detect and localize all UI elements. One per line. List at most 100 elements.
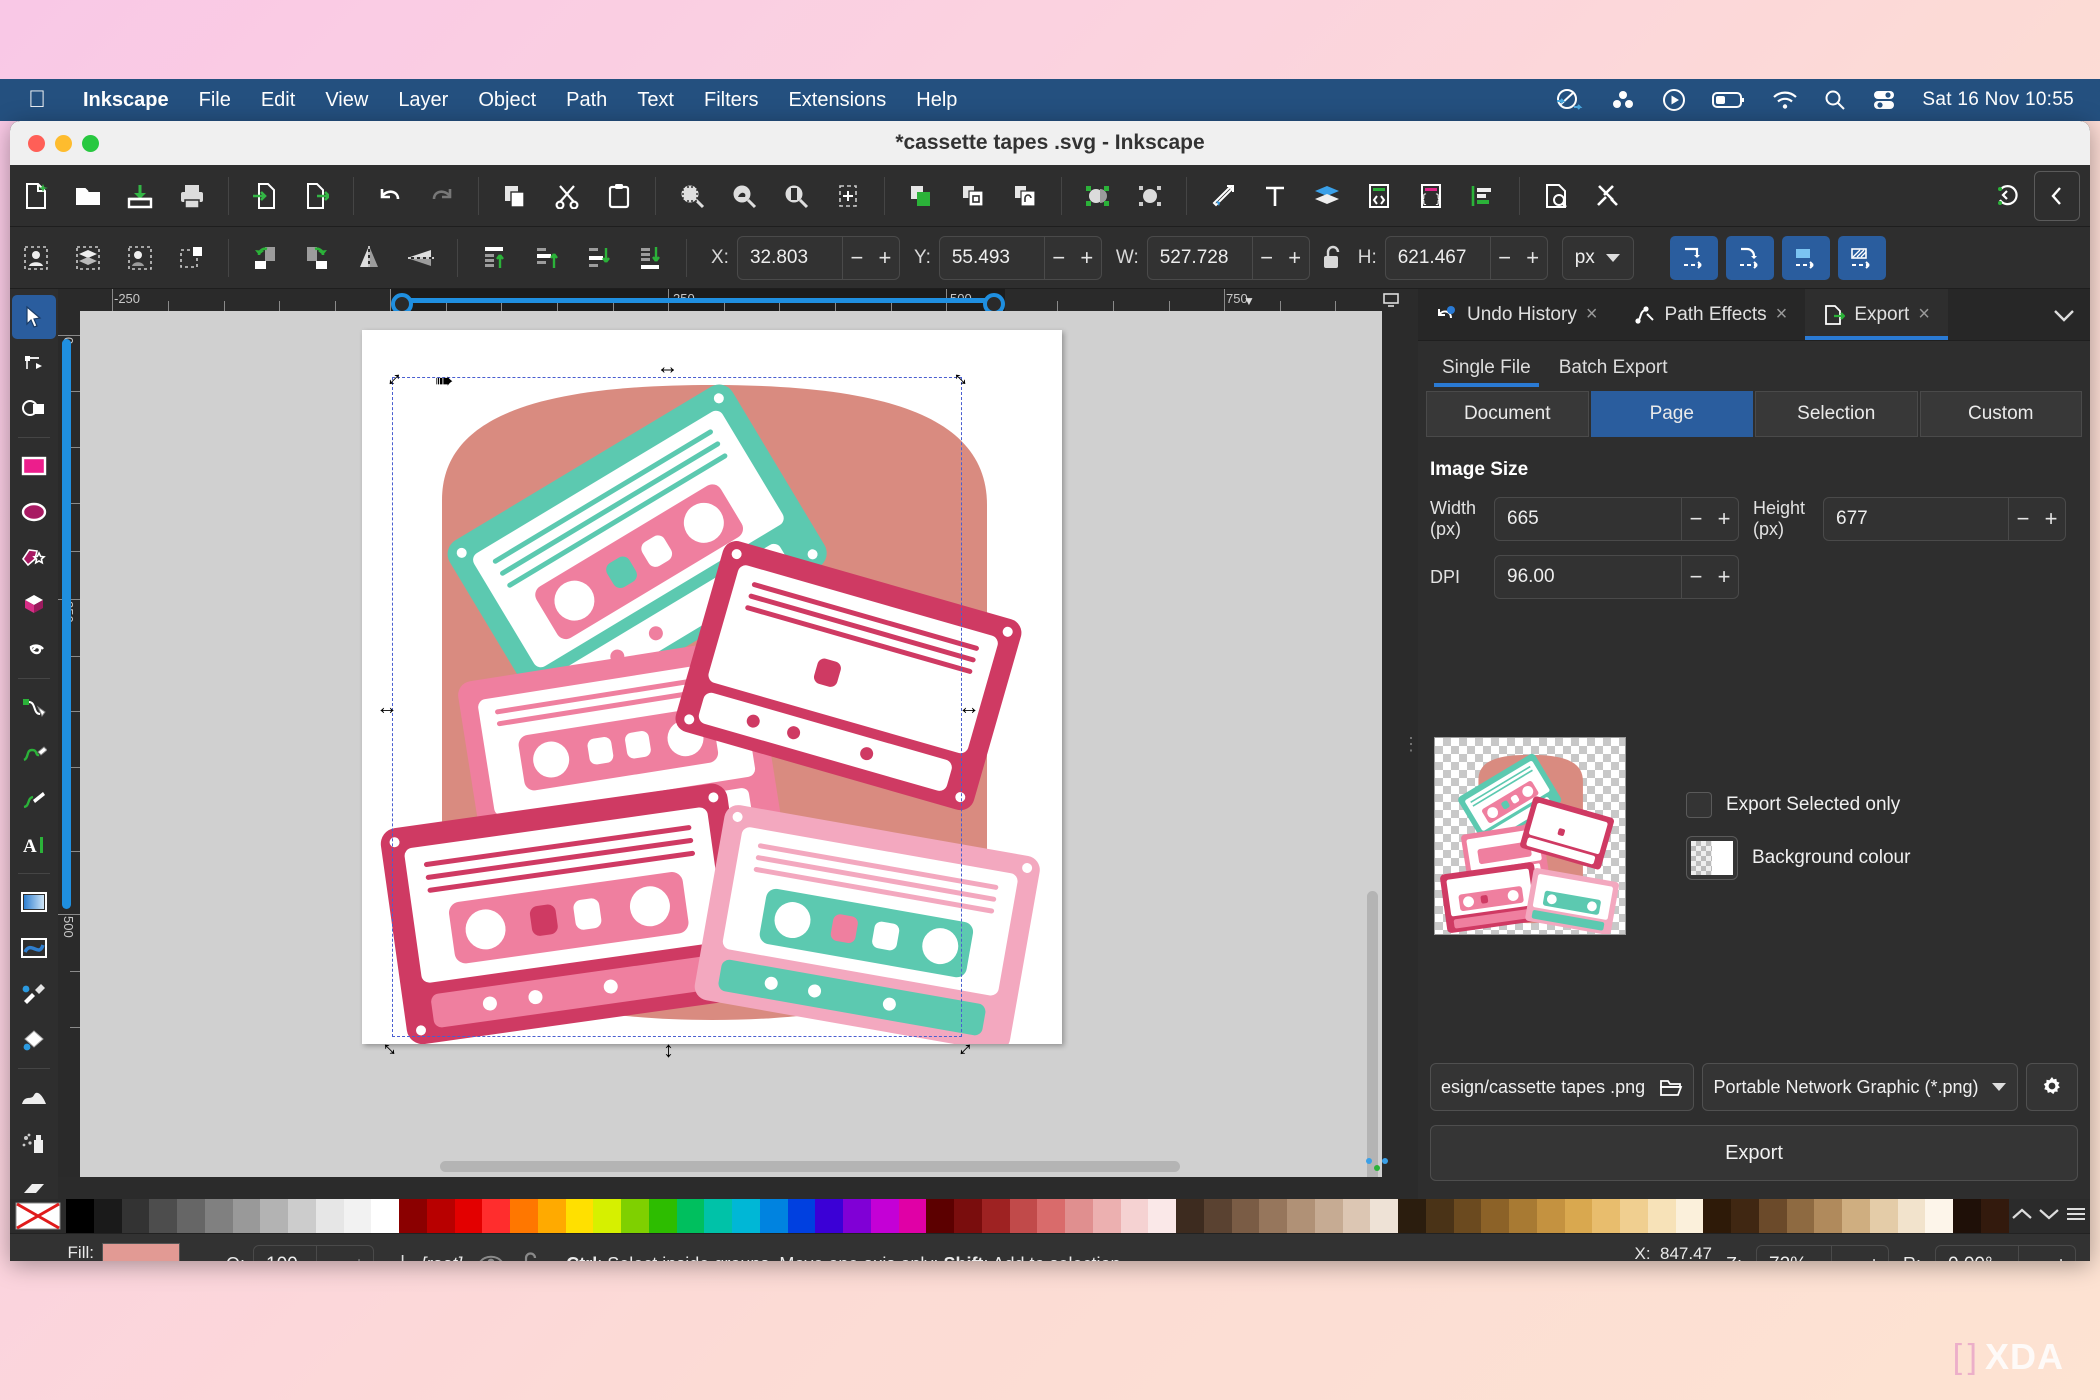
wifi-icon[interactable] [1772, 90, 1798, 110]
text-tool[interactable]: A [12, 823, 56, 867]
width-decrement[interactable]: − [1682, 498, 1710, 540]
close-icon[interactable]: × [1776, 303, 1788, 326]
horizontal-ruler[interactable]: -250 0 250 500 750 [58, 289, 1382, 311]
select-all-icon[interactable] [10, 234, 62, 282]
print-icon[interactable] [166, 172, 218, 220]
menu-view[interactable]: View [310, 89, 383, 112]
zoom-page-icon[interactable] [770, 172, 822, 220]
zoom-selection-icon[interactable] [666, 172, 718, 220]
zoom-fit-page-icon[interactable] [822, 172, 874, 220]
h-increment[interactable]: + [1519, 237, 1547, 279]
menubar-clock[interactable]: Sat 16 Nov 10:55 [1922, 89, 2074, 111]
export-selected-only-row[interactable]: Export Selected only [1686, 792, 2074, 818]
menu-inkscape[interactable]: Inkscape [68, 89, 184, 112]
export-path-field[interactable]: esign/cassette tapes .png [1430, 1063, 1694, 1111]
w-decrement[interactable]: − [1253, 237, 1281, 279]
dots-triangle-icon[interactable] [1610, 88, 1636, 112]
collapse-panel-icon[interactable] [2034, 171, 2080, 221]
fill-stroke-dialog-icon[interactable] [1197, 172, 1249, 220]
preferences-icon[interactable] [1582, 172, 1634, 220]
star-polygon-tool[interactable] [12, 536, 56, 580]
dpi-increment[interactable]: + [1710, 556, 1738, 598]
width-field[interactable]: 665 − + [1494, 497, 1739, 541]
canvas-vertical-scrollbar[interactable] [1367, 891, 1378, 1177]
lower-to-bottom-icon[interactable] [624, 234, 676, 282]
unit-selector[interactable]: px [1562, 236, 1634, 280]
flip-horizontal-icon[interactable] [343, 234, 395, 282]
select-all-layers-icon[interactable] [62, 234, 114, 282]
new-document-icon[interactable] [10, 172, 62, 220]
rectangle-tool[interactable] [12, 444, 56, 488]
close-icon[interactable]: × [1918, 303, 1930, 326]
snap-controls-icon[interactable] [1364, 1156, 1390, 1181]
search-icon[interactable] [1824, 89, 1846, 111]
bezier-tool[interactable] [12, 685, 56, 729]
h-decrement[interactable]: − [1491, 237, 1519, 279]
screen-sharing-icon[interactable] [1554, 87, 1584, 113]
tab-export[interactable]: Export × [1805, 289, 1948, 340]
drawing-canvas[interactable]: ➠ ↔ ↕ ↔ ↔ ↔ ↔ ↕ ↔ [80, 311, 1382, 1177]
fill-swatch[interactable] [102, 1243, 180, 1261]
rotation-value[interactable]: 0.00° [1936, 1254, 2018, 1262]
dpi-value[interactable]: 96.00 [1495, 566, 1681, 588]
flip-vertical-icon[interactable] [395, 234, 447, 282]
cut-icon[interactable] [541, 172, 593, 220]
panel-resize-handle[interactable]: ⋮ [1404, 289, 1418, 1199]
palette-controls[interactable] [2008, 1199, 2090, 1233]
opacity-value[interactable]: 100 [254, 1254, 316, 1262]
mesh-gradient-tool[interactable] [12, 926, 56, 970]
subtab-batch-export[interactable]: Batch Export [1545, 357, 1682, 387]
control-center-icon[interactable] [1872, 89, 1896, 111]
open-document-icon[interactable] [62, 172, 114, 220]
raise-icon[interactable] [520, 234, 572, 282]
rotation-decrement[interactable]: − [2019, 1246, 2047, 1262]
h-field[interactable]: 621.467 − + [1385, 236, 1548, 280]
menu-filters[interactable]: Filters [689, 89, 773, 112]
fill-row[interactable]: Fill: [20, 1242, 220, 1261]
width-increment[interactable]: + [1710, 498, 1738, 540]
lock-open-icon[interactable] [1310, 234, 1354, 282]
object-to-path-icon[interactable] [1072, 172, 1124, 220]
canvas-display-mode-icon[interactable] [1380, 289, 1402, 311]
ungroup-icon[interactable] [999, 172, 1051, 220]
x-decrement[interactable]: − [843, 237, 871, 279]
palette-scroll-up-icon[interactable] [2011, 1207, 2033, 1226]
menu-layer[interactable]: Layer [383, 89, 463, 112]
affect-gradients-icon[interactable] [1782, 236, 1830, 280]
panel-collapse-chevron-down-icon[interactable] [2038, 289, 2090, 340]
shape-builder-tool[interactable] [12, 387, 56, 431]
tab-path-effects[interactable]: Path Effects × [1616, 289, 1806, 340]
w-increment[interactable]: + [1281, 237, 1309, 279]
tweak-tool[interactable] [12, 1075, 56, 1119]
calligraphy-tool[interactable] [12, 777, 56, 821]
eyedropper-tool[interactable] [12, 972, 56, 1016]
no-color-swatch[interactable] [10, 1199, 66, 1233]
export-icon[interactable] [291, 172, 343, 220]
layer-name[interactable]: [root] [421, 1254, 462, 1261]
text-dialog-icon[interactable] [1249, 172, 1301, 220]
color-palette[interactable] [10, 1199, 2090, 1233]
segment-document[interactable]: Document [1426, 391, 1589, 437]
selection-handle-s[interactable]: ↕ [663, 1039, 674, 1061]
height-increment[interactable]: + [2037, 498, 2065, 540]
raise-to-top-icon[interactable] [468, 234, 520, 282]
palette-menu-icon[interactable] [2065, 1206, 2087, 1227]
spray-can-tool[interactable] [12, 1121, 56, 1165]
segment-selection[interactable]: Selection [1755, 391, 1918, 437]
zoom-drawing-icon[interactable] [718, 172, 770, 220]
layers-dialog-icon[interactable] [1301, 172, 1353, 220]
save-document-icon[interactable] [114, 172, 166, 220]
export-settings-gear-icon[interactable] [2026, 1063, 2078, 1111]
selector-tool[interactable] [12, 295, 56, 339]
menu-edit[interactable]: Edit [246, 89, 310, 112]
stroke-to-path-icon[interactable] [1124, 172, 1176, 220]
menu-file[interactable]: File [184, 89, 246, 112]
height-value[interactable]: 677 [1824, 508, 2008, 530]
affect-stroke-width-icon[interactable] [1670, 236, 1718, 280]
battery-icon[interactable] [1712, 90, 1746, 110]
x-increment[interactable]: + [871, 237, 899, 279]
export-selected-only-checkbox[interactable] [1686, 792, 1712, 818]
import-icon[interactable] [239, 172, 291, 220]
xml-editor-icon[interactable] [1353, 172, 1405, 220]
height-decrement[interactable]: − [2009, 498, 2037, 540]
